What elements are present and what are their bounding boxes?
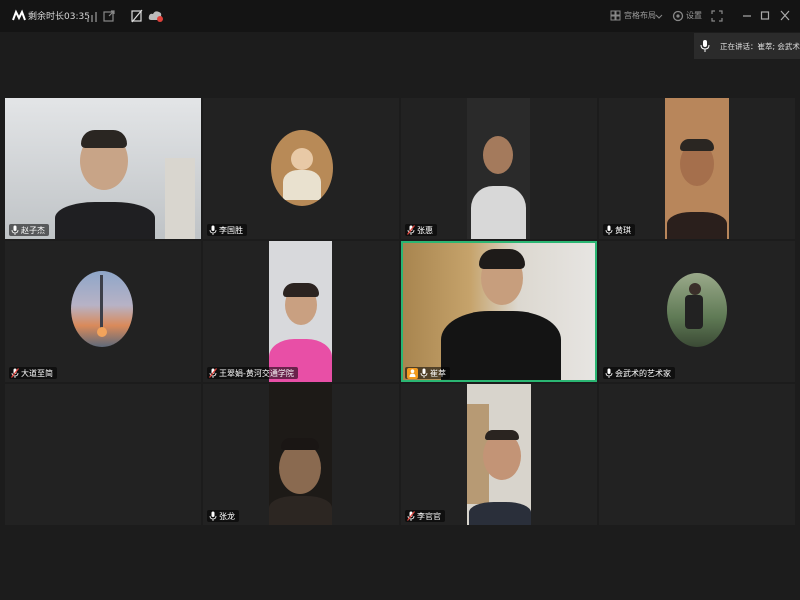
participant-name: 会武术的艺术家 <box>615 368 671 378</box>
participant-name: 赵子杰 <box>21 225 45 235</box>
speaking-text: 正在讲话：崔萃; 会武术 <box>720 42 800 51</box>
video-tile[interactable]: 李官官 <box>401 384 597 525</box>
participant-name-label: 李国胜 <box>207 224 247 236</box>
participant-avatar <box>667 273 727 347</box>
chevron-down-icon[interactable] <box>655 9 663 23</box>
participant-video <box>403 243 595 380</box>
microphone-muted-icon <box>11 368 19 378</box>
participant-name: 崔萃 <box>430 368 446 378</box>
participant-video <box>467 384 531 525</box>
fullscreen-icon[interactable] <box>711 9 723 23</box>
remaining-time: 剩余时长03:35 <box>28 12 90 22</box>
video-tile[interactable]: 黄琪 <box>599 98 795 239</box>
video-tile[interactable]: 张惠 <box>401 98 597 239</box>
share-icon[interactable] <box>103 9 115 23</box>
settings-button[interactable]: 设置 <box>686 10 702 21</box>
grid-layout-icon[interactable] <box>610 9 621 23</box>
video-tile[interactable]: 赵子杰 <box>5 98 201 239</box>
microphone-muted-icon <box>209 368 217 378</box>
participant-video <box>269 384 332 525</box>
participant-video <box>269 241 332 382</box>
microphone-icon <box>209 225 217 235</box>
microphone-icon <box>700 40 710 52</box>
minimize-icon[interactable] <box>742 9 752 23</box>
video-tile[interactable]: 会武术的艺术家 <box>599 241 795 382</box>
microphone-icon <box>420 368 428 378</box>
video-tile[interactable]: 李国胜 <box>203 98 399 239</box>
video-tile[interactable]: 王翠娟-黄河交通学院 <box>203 241 399 382</box>
close-icon[interactable] <box>780 9 790 23</box>
host-badge-icon <box>407 367 418 379</box>
no-recording-icon[interactable] <box>131 9 143 23</box>
participant-name-label: 会武术的艺术家 <box>603 367 675 379</box>
microphone-icon <box>605 368 613 378</box>
microphone-muted-icon <box>407 511 415 521</box>
participant-name: 张惠 <box>417 225 433 235</box>
participant-name-label: 李官官 <box>405 510 445 522</box>
video-tile[interactable]: 大道至简 <box>5 241 201 382</box>
participant-video <box>467 98 530 239</box>
participant-video <box>665 98 729 239</box>
participant-video <box>5 98 201 239</box>
participant-name-label: 张惠 <box>405 224 437 236</box>
empty-tile <box>599 384 795 525</box>
participant-name-label: 黄琪 <box>603 224 635 236</box>
participant-name: 李国胜 <box>219 225 243 235</box>
participant-name-label: 大道至简 <box>9 367 57 379</box>
empty-tile <box>5 384 201 525</box>
microphone-icon <box>11 225 19 235</box>
speaking-indicator: 正在讲话：崔萃; 会武术 <box>694 33 800 59</box>
app-logo-icon <box>12 9 26 21</box>
video-tile[interactable]: 崔萃 <box>401 241 597 382</box>
participant-avatar <box>71 271 133 347</box>
participant-name: 李官官 <box>417 511 441 521</box>
microphone-icon <box>209 511 217 521</box>
participant-name-label: 赵子杰 <box>9 224 49 236</box>
cloud-icon[interactable] <box>148 9 164 23</box>
title-bar: 剩余时长03:35 宫格布局 设置 <box>0 0 800 32</box>
microphone-muted-icon <box>407 225 415 235</box>
signal-icon <box>87 12 97 22</box>
participant-name-label: 张龙 <box>207 510 239 522</box>
participant-name-label: 崔萃 <box>405 367 450 379</box>
participant-name: 张龙 <box>219 511 235 521</box>
microphone-icon <box>605 225 613 235</box>
participant-avatar <box>271 130 333 206</box>
maximize-icon[interactable] <box>760 9 770 23</box>
gear-icon[interactable] <box>672 9 684 23</box>
participant-name: 王翠娟-黄河交通学院 <box>219 368 294 378</box>
participant-name: 大道至简 <box>21 368 53 378</box>
layout-button[interactable]: 宫格布局 <box>624 10 656 21</box>
participant-name-label: 王翠娟-黄河交通学院 <box>207 367 298 379</box>
participant-name: 黄琪 <box>615 225 631 235</box>
video-tile[interactable]: 张龙 <box>203 384 399 525</box>
